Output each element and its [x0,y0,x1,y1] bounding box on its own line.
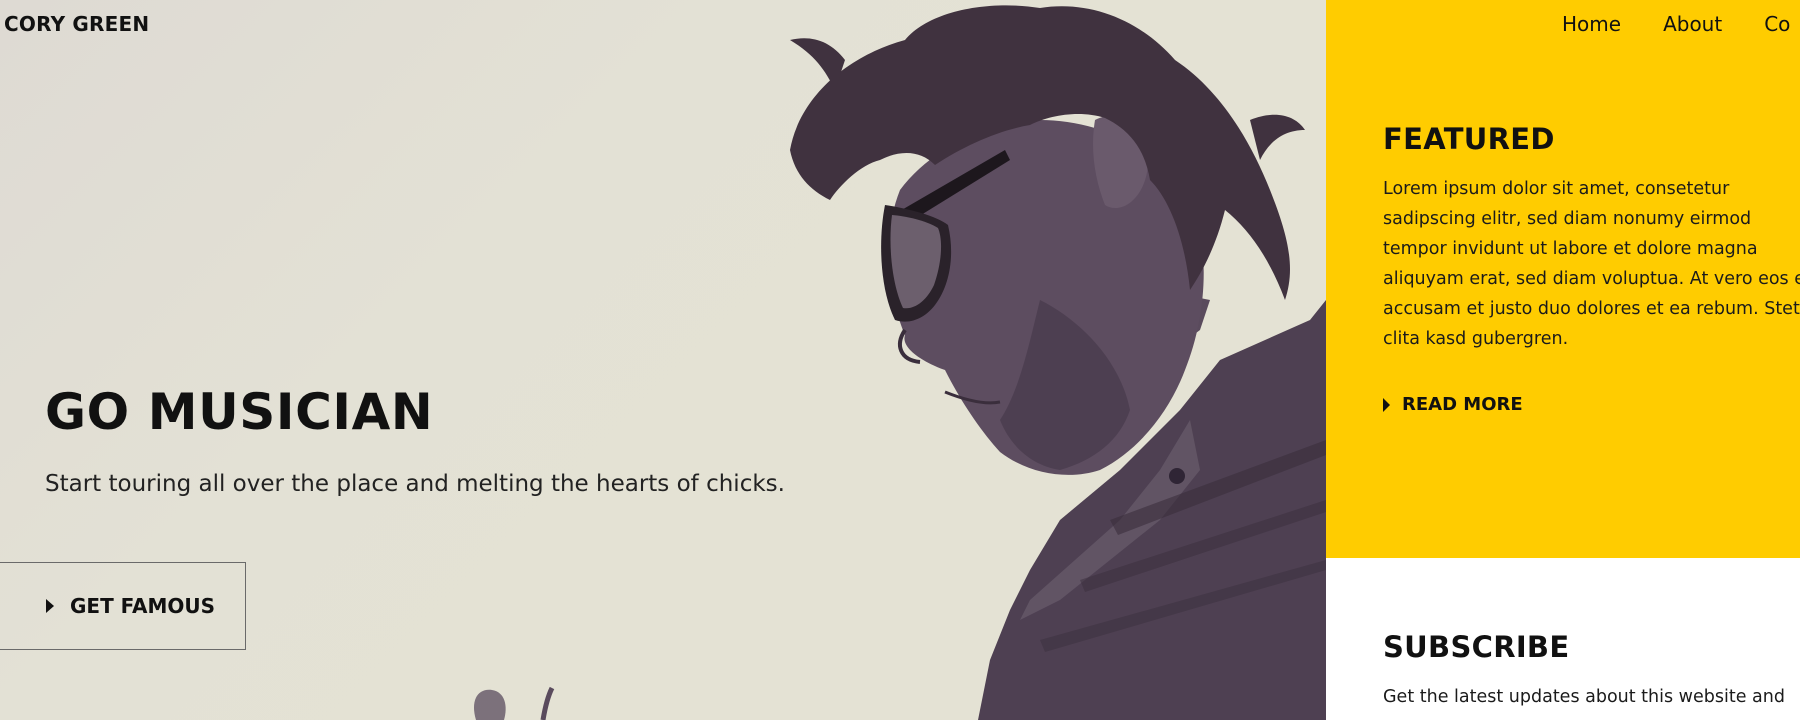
play-triangle-icon [46,599,54,613]
brand-logo-text[interactable]: CORY GREEN [4,12,149,36]
nav-item-contact[interactable]: Co [1764,12,1790,36]
subscribe-panel: SUBSCRIBE Get the latest updates about t… [1326,558,1800,720]
hero-section: CORY GREEN GO MUSICIAN Start touring all… [0,0,1326,720]
nav-item-about[interactable]: About [1663,12,1722,36]
play-triangle-icon [1383,397,1390,412]
hero-title: GO MUSICIAN [45,383,434,441]
nav-item-home[interactable]: Home [1562,12,1621,36]
featured-body: Lorem ipsum dolor sit amet, consetetur s… [1383,179,1800,349]
page: CORY GREEN GO MUSICIAN Start touring all… [0,0,1800,720]
hero-subtitle: Start touring all over the place and mel… [45,471,785,497]
get-famous-label: GET FAMOUS [70,594,216,618]
subscribe-body: Get the latest updates about this websit… [1383,687,1785,707]
read-more-link[interactable]: READ MORE [1383,394,1523,415]
right-sidebar: Home About Co FEATURED Lorem ipsum dolor… [1326,0,1800,720]
subscribe-heading: SUBSCRIBE [1383,630,1570,664]
featured-panel: Home About Co FEATURED Lorem ipsum dolor… [1326,0,1800,558]
read-more-label: READ MORE [1402,394,1523,415]
get-famous-button[interactable]: GET FAMOUS [0,562,246,650]
main-nav: Home About Co [1562,12,1790,36]
featured-heading: FEATURED [1383,122,1555,156]
